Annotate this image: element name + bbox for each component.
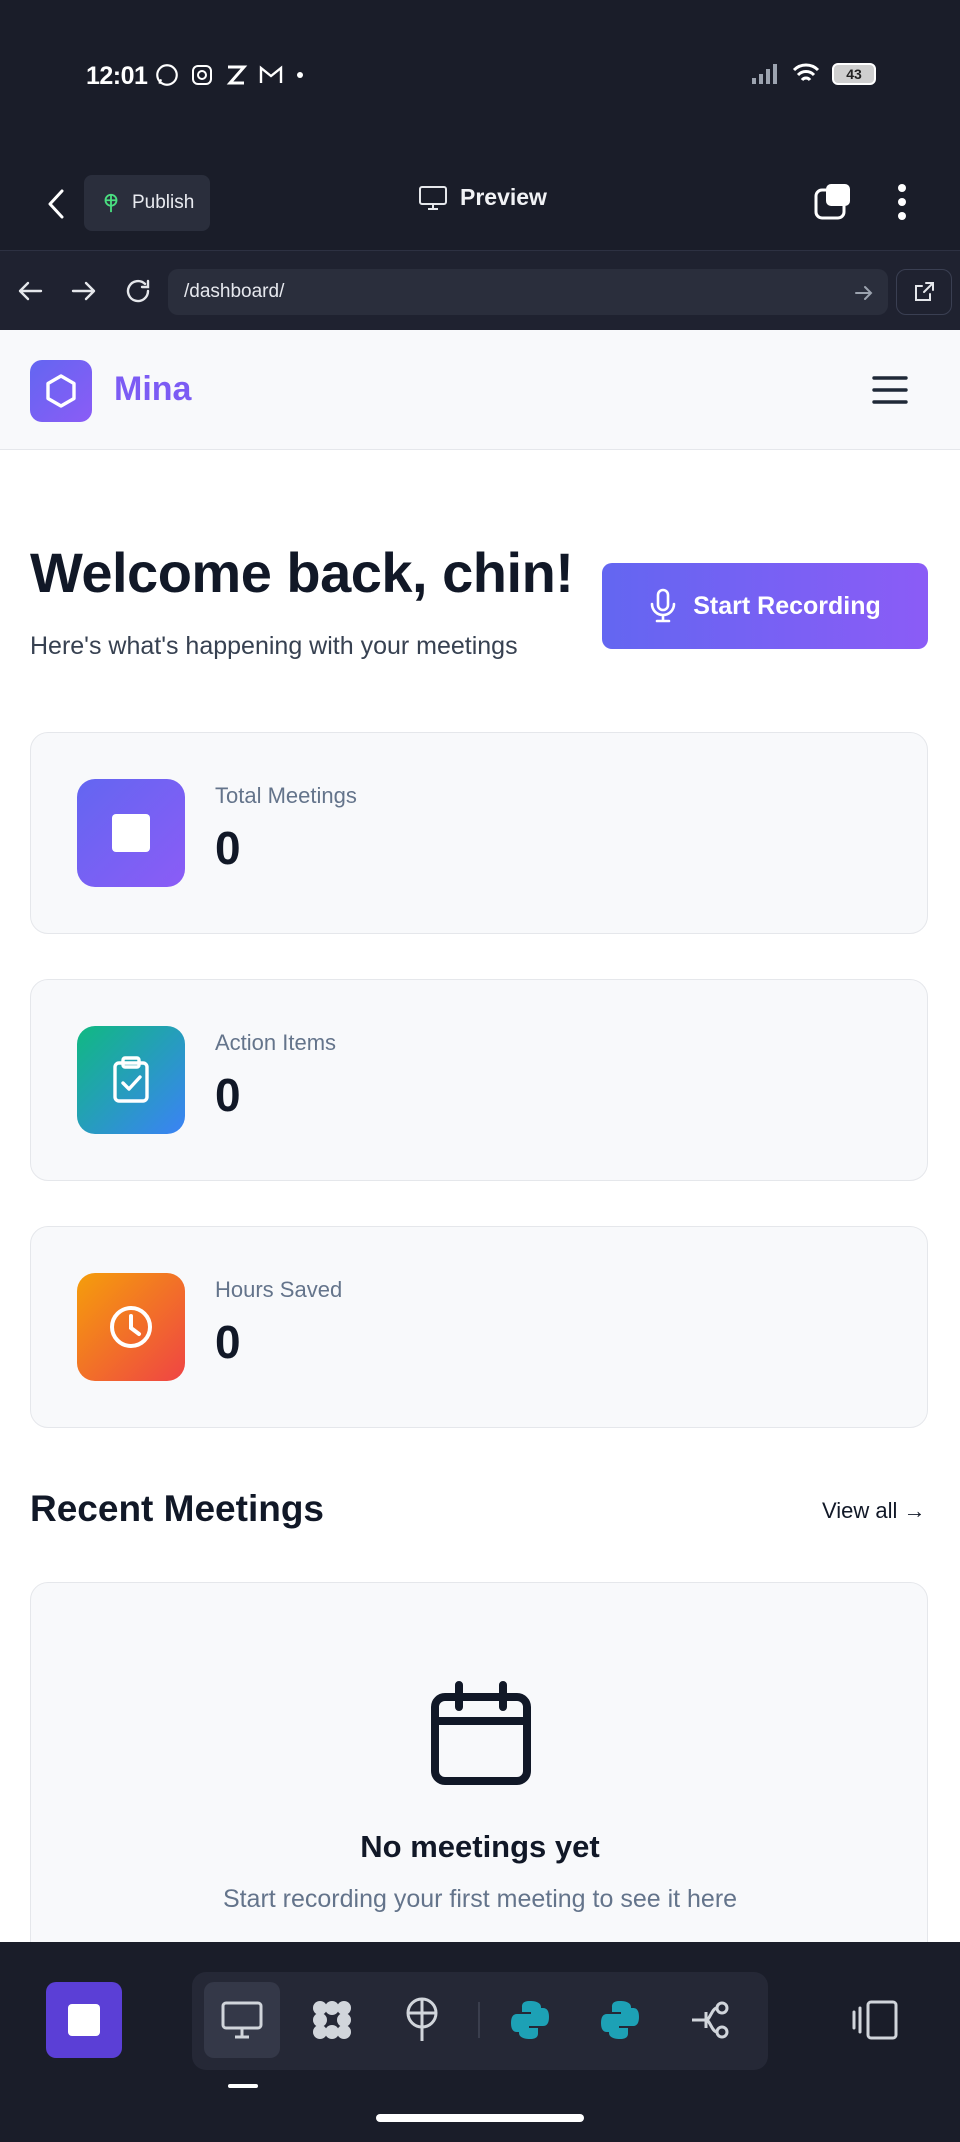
url-bar: /dashboard/ [0,250,960,330]
back-button[interactable] [38,184,74,224]
stat-card-hours-saved: Hours Saved 0 [30,1226,928,1428]
clock-icon [110,1306,152,1348]
preview-label: Preview [460,184,547,210]
url-text: /dashboard/ [184,281,285,302]
monitor-icon [221,2001,263,2039]
calendar-icon [431,1681,531,1785]
menu-icon[interactable] [870,370,910,410]
stop-square-icon [68,2004,100,2036]
go-arrow-icon[interactable] [852,281,876,305]
clipboard-check-icon [113,1056,149,1103]
arrow-right-icon [71,281,96,301]
external-link-icon [915,282,934,301]
stat-label: Total Meetings [215,783,357,808]
url-input[interactable]: /dashboard/ [168,269,888,315]
wifi-icon [792,63,820,82]
dot-icon [297,72,303,78]
web-page: Mina Welcome back, chin! Here's what's h… [0,330,960,1942]
stat-label: Hours Saved [215,1277,343,1302]
tool-preview[interactable] [204,1982,280,2058]
stat-icon-bg [77,1026,185,1134]
status-time: 12:01 [86,62,148,90]
logo[interactable] [30,360,92,422]
branch-icon [692,2001,729,2039]
stat-card-total-meetings: Total Meetings 0 [30,732,928,934]
stat-label: Action Items [215,1030,337,1055]
instagram-icon [192,65,212,85]
stat-icon-bg [77,1273,185,1381]
site-header: Mina [0,330,960,450]
stat-value: 0 [215,822,241,874]
status-app-icons [154,62,306,88]
empty-state-card: No meetings yet Start recording your fir… [30,1582,928,1942]
view-all-link[interactable]: View all → [822,1498,926,1524]
antenna-icon [406,1997,438,2041]
brand-name[interactable]: Mina [114,370,191,409]
stat-icon-bg [77,779,185,887]
home-indicator[interactable] [376,2114,584,2122]
whatsapp-icon [156,64,178,86]
page-title: Welcome back, chin! [30,541,574,604]
start-recording-label: Start Recording [693,591,881,620]
tool-grid[interactable] [294,1982,370,2058]
stat-card-action-items: Action Items 0 [30,979,928,1181]
publish-button[interactable]: Publish [84,175,211,231]
reload-button[interactable] [116,269,160,313]
battery-indicator: 43 [832,63,876,85]
publish-label: Publish [132,192,195,213]
gmail-icon [259,65,283,83]
tool-branch[interactable] [672,1982,748,2058]
python-icon [511,2001,549,2039]
status-right: 43 [750,62,876,86]
hexagon-icon [46,374,76,408]
toolbar-divider [478,2002,480,2038]
reload-icon [126,279,150,303]
status-bar: 12:01 43 [0,0,960,160]
page-subtitle: Here's what's happening with your meetin… [30,632,518,660]
stop-button[interactable] [46,1982,122,2058]
stat-value: 0 [215,1069,241,1121]
empty-state-title: No meetings yet [360,1829,600,1864]
z-app-icon [226,65,248,85]
tool-python-2[interactable] [582,1982,658,2058]
empty-state-subtitle: Start recording your first meeting to se… [222,1885,738,1913]
section-title-recent-meetings: Recent Meetings [30,1488,325,1529]
panel-toggle-icon[interactable] [852,1998,900,2042]
chevron-left-icon [48,189,64,219]
tool-deploy[interactable] [384,1982,460,2058]
preview-toggle[interactable]: Preview [418,184,547,211]
bottom-toolbar [0,1942,960,2142]
nav-forward-button[interactable] [62,269,106,313]
tool-group [192,1972,768,2070]
active-indicator [228,2084,258,2088]
grid-icon [313,2001,351,2039]
start-recording-button[interactable]: Start Recording [602,563,928,649]
microphone-icon [650,588,676,623]
open-external-button[interactable] [896,269,952,315]
arrow-left-icon [18,281,43,301]
more-vertical-icon[interactable] [890,180,914,224]
signal-icon [752,64,777,84]
nav-back-button[interactable] [8,269,52,313]
monitor-icon [419,185,447,210]
app-bar: Publish Preview [0,160,960,250]
stop-square-icon [112,814,150,852]
stat-value: 0 [215,1316,241,1368]
tabs-icon[interactable] [812,180,856,224]
tool-python-1[interactable] [492,1982,568,2058]
antenna-icon [104,193,118,213]
python-icon [601,2001,639,2039]
